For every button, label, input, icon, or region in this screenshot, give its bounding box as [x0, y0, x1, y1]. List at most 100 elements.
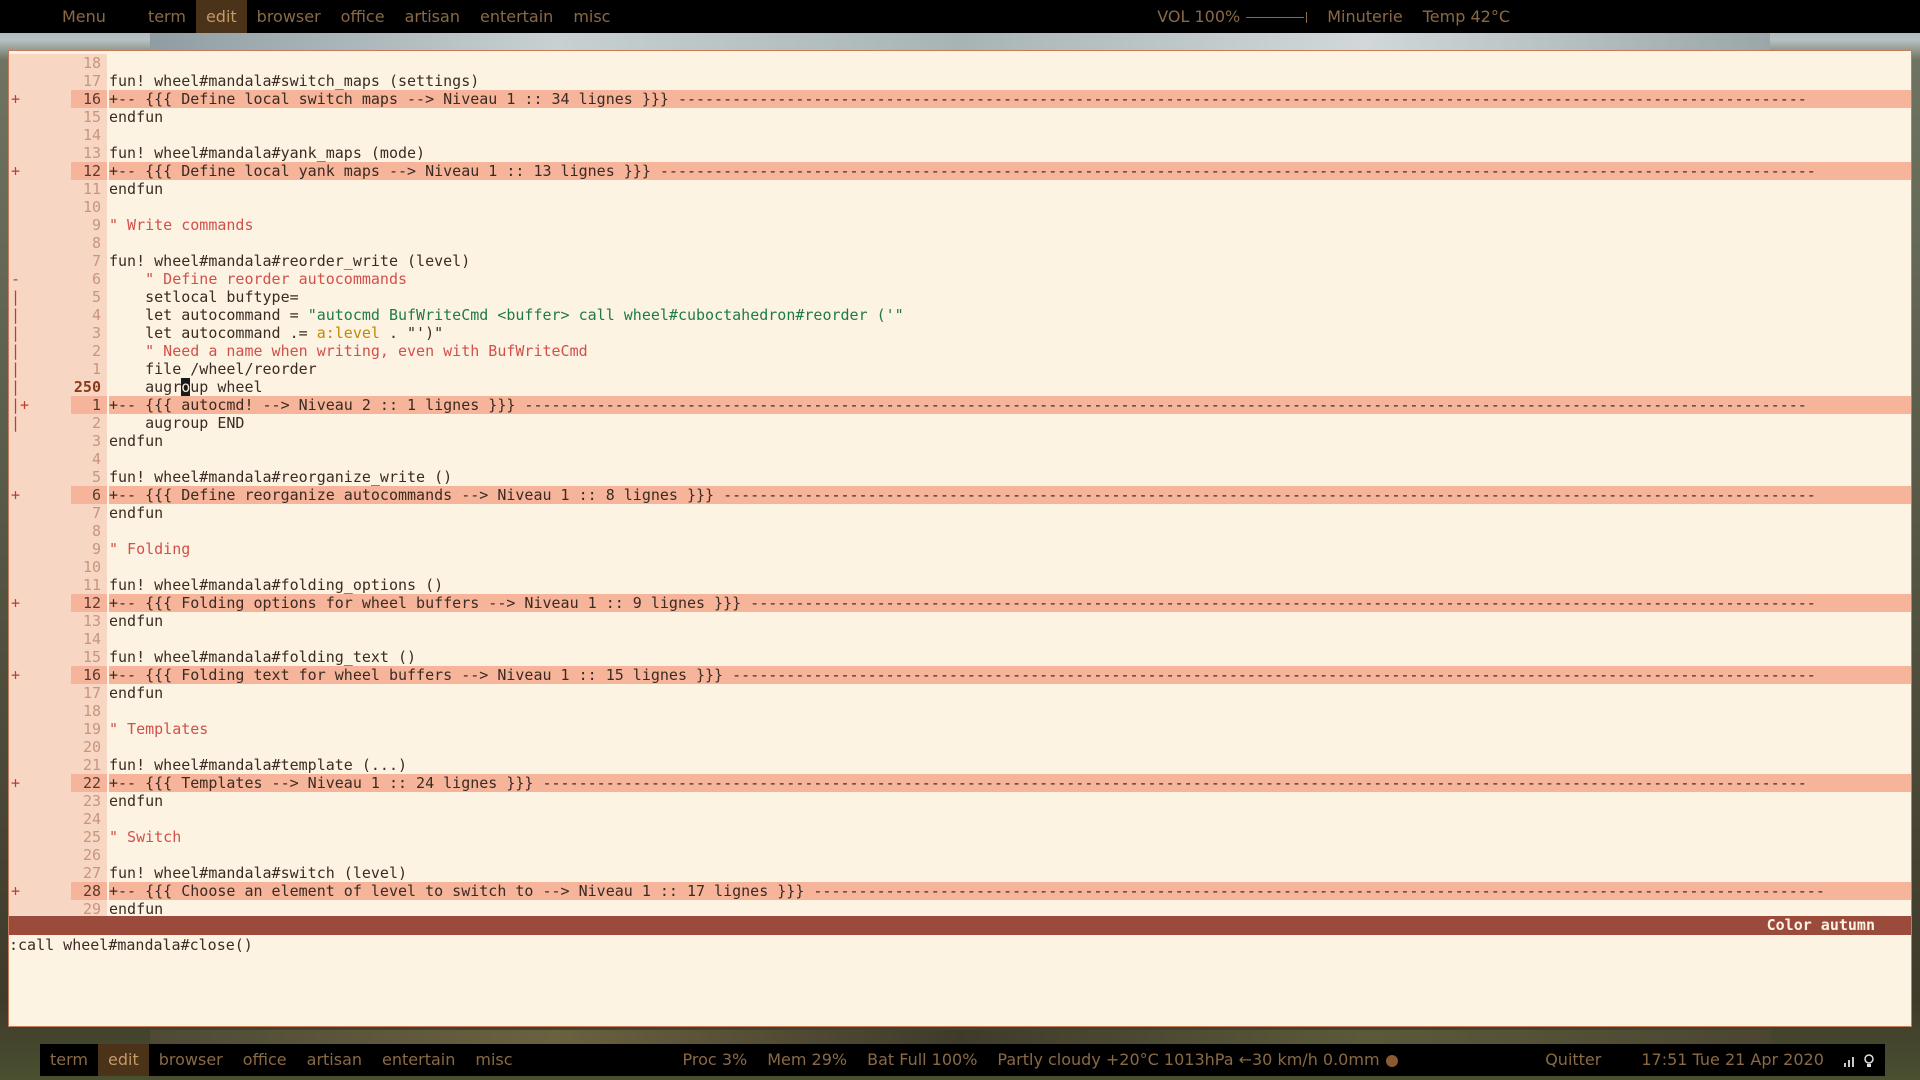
workspace-tab-artisan[interactable]: artisan [297, 1044, 372, 1076]
line-text[interactable]: " Folding [109, 540, 1911, 558]
workspace-tab-entertain[interactable]: entertain [372, 1044, 465, 1076]
line-text[interactable]: setlocal buftype= [109, 288, 1911, 306]
line-text[interactable]: +-- {{{ Folding options for wheel buffer… [109, 594, 1911, 612]
line-text[interactable]: " Need a name when writing, even with Bu… [109, 342, 1911, 360]
line-text[interactable]: +-- {{{ Define local switch maps --> Niv… [109, 90, 1911, 108]
bulb-icon[interactable] [1863, 1053, 1875, 1068]
line-text[interactable] [109, 54, 1911, 72]
line-text[interactable]: fun! wheel#mandala#reorder_write (level) [109, 252, 1911, 270]
code-line[interactable]: 17 endfun [9, 684, 1911, 702]
code-line[interactable]: 15 endfun [9, 108, 1911, 126]
line-text[interactable]: endfun [109, 504, 1911, 522]
line-text[interactable]: endfun [109, 684, 1911, 702]
line-text[interactable] [109, 810, 1911, 828]
code-line[interactable]: 8 [9, 234, 1911, 252]
fold-line[interactable]: +12 +-- {{{ Define local yank maps --> Ni… [9, 162, 1911, 180]
volume-knob[interactable] [1306, 12, 1308, 23]
workspace-tab-office[interactable]: office [331, 0, 395, 33]
workspace-tab-artisan[interactable]: artisan [395, 0, 470, 33]
line-text[interactable]: fun! wheel#mandala#folding_text () [109, 648, 1911, 666]
code-line[interactable]: | 1 file /wheel/reorder [9, 360, 1911, 378]
line-text[interactable] [109, 522, 1911, 540]
line-text[interactable] [109, 234, 1911, 252]
line-text[interactable] [109, 846, 1911, 864]
line-text[interactable] [109, 558, 1911, 576]
line-text[interactable]: endfun [109, 180, 1911, 198]
line-text[interactable]: file /wheel/reorder [109, 360, 1911, 378]
line-text[interactable]: endfun [109, 612, 1911, 630]
fold-line[interactable]: |+ 1 +-- {{{ autocmd! --> Niveau 2 :: 1 li… [9, 396, 1911, 414]
code-line[interactable]: 7 endfun [9, 504, 1911, 522]
line-text[interactable]: +-- {{{ Define local yank maps --> Nivea… [109, 162, 1911, 180]
code-line[interactable]: 21 fun! wheel#mandala#template (...) [9, 756, 1911, 774]
fold-line[interactable]: +6 +-- {{{ Define reorganize autocommands… [9, 486, 1911, 504]
line-text[interactable]: augroup wheel [109, 378, 1911, 396]
code-line[interactable]: 10 [9, 198, 1911, 216]
line-text[interactable]: fun! wheel#mandala#reorganize_write () [109, 468, 1911, 486]
fold-line[interactable]: +12 +-- {{{ Folding options for wheel buf… [9, 594, 1911, 612]
line-text[interactable]: fun! wheel#mandala#folding_options () [109, 576, 1911, 594]
volume-bar[interactable] [1246, 17, 1305, 18]
code-line[interactable]: 18 [9, 702, 1911, 720]
code-line[interactable]: 11 endfun [9, 180, 1911, 198]
quit-button[interactable]: Quitter [1535, 1044, 1611, 1076]
code-line[interactable]: | 2 " Need a name when writing, even with… [9, 342, 1911, 360]
line-text[interactable]: +-- {{{ Define reorganize autocommands -… [109, 486, 1911, 504]
line-text[interactable]: fun! wheel#mandala#switch_maps (settings… [109, 72, 1911, 90]
code-line[interactable]: 20 [9, 738, 1911, 756]
workspace-tab-office[interactable]: office [233, 1044, 297, 1076]
code-line[interactable]: | 3 let autocommand .= a:level . "')" [9, 324, 1911, 342]
code-line[interactable]: 13 endfun [9, 612, 1911, 630]
editor-buffer[interactable]: 18 17 fun! wheel#mandala#switch_maps (sett… [9, 54, 1911, 918]
code-line[interactable]: | 250 augroup wheel [9, 378, 1911, 396]
code-line[interactable]: 14 [9, 630, 1911, 648]
code-line[interactable]: 24 [9, 810, 1911, 828]
line-text[interactable]: " Switch [109, 828, 1911, 846]
line-text[interactable]: +-- {{{ Choose an element of level to sw… [109, 882, 1911, 900]
code-line[interactable]: 9 " Folding [9, 540, 1911, 558]
code-line[interactable]: 10 [9, 558, 1911, 576]
code-line[interactable]: 27 fun! wheel#mandala#switch (level) [9, 864, 1911, 882]
fold-line[interactable]: +22 +-- {{{ Templates --> Niveau 1 :: 24 … [9, 774, 1911, 792]
fold-line[interactable]: +28 +-- {{{ Choose an element of level to… [9, 882, 1911, 900]
line-text[interactable]: fun! wheel#mandala#template (...) [109, 756, 1911, 774]
code-line[interactable]: 19 " Templates [9, 720, 1911, 738]
line-text[interactable] [109, 738, 1911, 756]
workspace-tab-entertain[interactable]: entertain [470, 0, 563, 33]
code-line[interactable]: 7 fun! wheel#mandala#reorder_write (level… [9, 252, 1911, 270]
vim-command-line[interactable]: :call wheel#mandala#close() [9, 936, 253, 954]
code-line[interactable]: 17 fun! wheel#mandala#switch_maps (settin… [9, 72, 1911, 90]
line-text[interactable]: augroup END [109, 414, 1911, 432]
line-text[interactable]: let autocommand .= a:level . "')" [109, 324, 1911, 342]
line-text[interactable]: endfun [109, 792, 1911, 810]
workspace-tab-misc[interactable]: misc [563, 0, 620, 33]
workspace-tab-edit[interactable]: edit [195, 0, 247, 33]
code-line[interactable]: -6 " Define reorder autocommands [9, 270, 1911, 288]
line-text[interactable] [109, 702, 1911, 720]
line-text[interactable]: +-- {{{ Templates --> Niveau 1 :: 24 lig… [109, 774, 1911, 792]
line-text[interactable]: let autocommand = "autocmd BufWriteCmd <… [109, 306, 1911, 324]
workspace-tab-misc[interactable]: misc [465, 1044, 522, 1076]
line-text[interactable] [109, 126, 1911, 144]
line-text[interactable]: " Write commands [109, 216, 1911, 234]
volume-widget[interactable]: VOL 100% [1147, 0, 1317, 33]
code-line[interactable]: 25 " Switch [9, 828, 1911, 846]
line-text[interactable]: fun! wheel#mandala#yank_maps (mode) [109, 144, 1911, 162]
fold-line[interactable]: +16 +-- {{{ Define local switch maps --> … [9, 90, 1911, 108]
code-line[interactable]: 3 endfun [9, 432, 1911, 450]
line-text[interactable] [109, 450, 1911, 468]
line-text[interactable]: " Templates [109, 720, 1911, 738]
code-line[interactable]: | 4 let autocommand = "autocmd BufWriteCm… [9, 306, 1911, 324]
code-line[interactable]: 23 endfun [9, 792, 1911, 810]
code-line[interactable]: 8 [9, 522, 1911, 540]
code-line[interactable]: 9 " Write commands [9, 216, 1911, 234]
code-line[interactable]: 4 [9, 450, 1911, 468]
menu-button[interactable]: Menu [52, 0, 116, 33]
code-line[interactable]: 5 fun! wheel#mandala#reorganize_write () [9, 468, 1911, 486]
timer-widget[interactable]: Minuterie [1317, 0, 1413, 33]
fold-line[interactable]: +16 +-- {{{ Folding text for wheel buffer… [9, 666, 1911, 684]
code-line[interactable]: 26 [9, 846, 1911, 864]
line-text[interactable]: endfun [109, 432, 1911, 450]
workspace-tab-browser[interactable]: browser [247, 0, 331, 33]
code-line[interactable]: 11 fun! wheel#mandala#folding_options () [9, 576, 1911, 594]
